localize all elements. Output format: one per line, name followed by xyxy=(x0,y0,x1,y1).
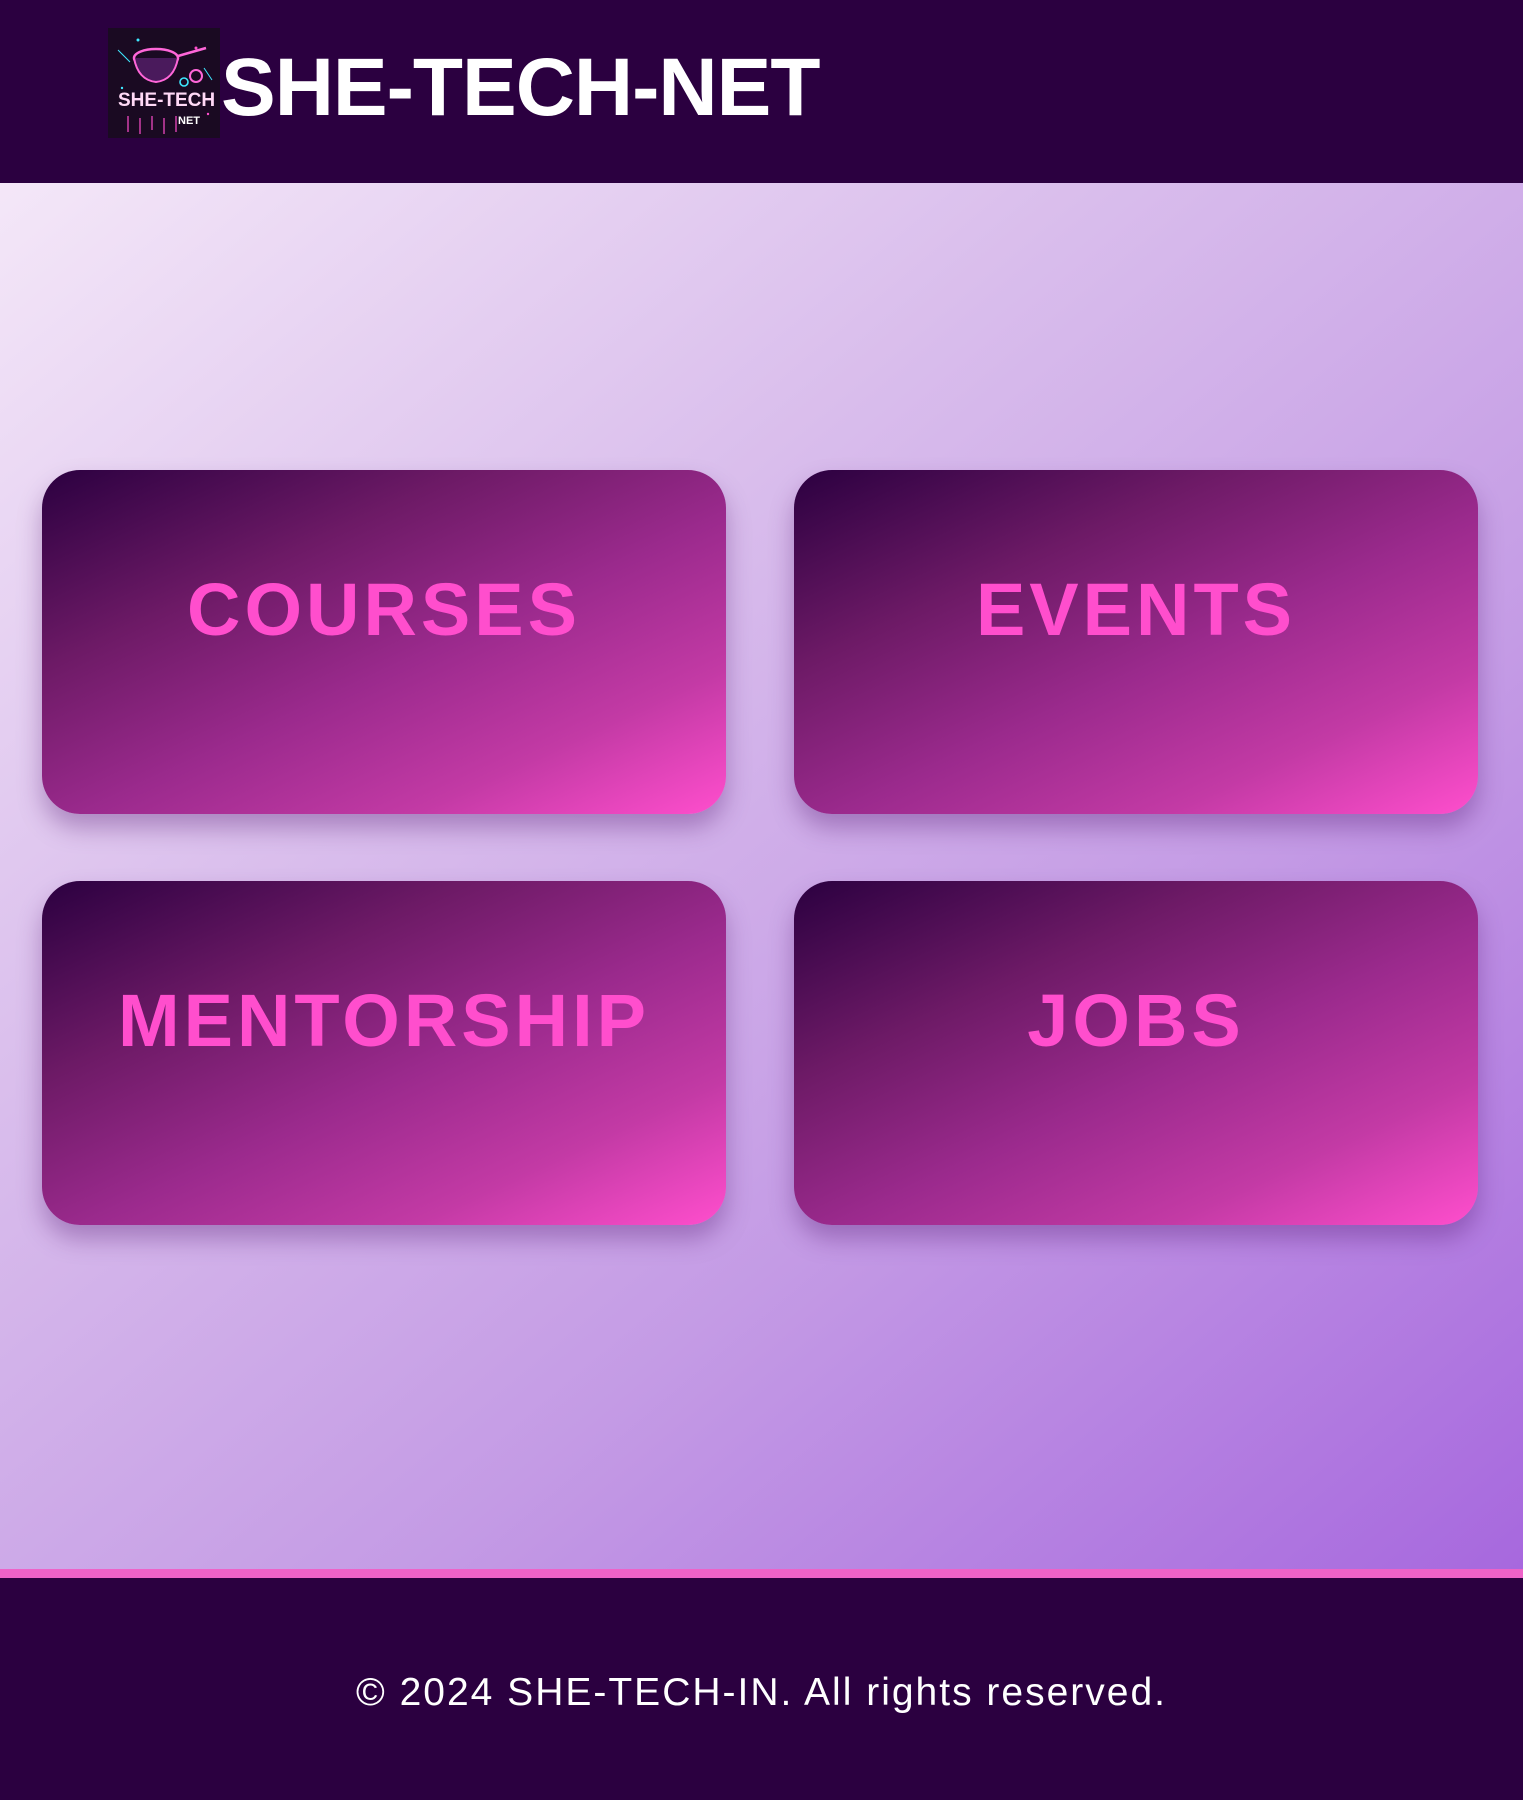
courses-card[interactable]: COURSES xyxy=(42,470,726,814)
logo-image: SHE-TECH NET xyxy=(108,28,220,138)
logo-subtext: NET xyxy=(178,115,200,127)
site-title: SHE-TECH-NET xyxy=(221,42,820,133)
copyright-text: © 2024 SHE-TECH-IN. All rights reserved. xyxy=(356,1671,1167,1714)
main-content: COURSES EVENTS MENTORSHIP JOBS xyxy=(0,183,1523,1569)
footer-divider xyxy=(0,1569,1523,1578)
mentorship-card[interactable]: MENTORSHIP xyxy=(42,881,726,1225)
jobs-card-label: JOBS xyxy=(1027,979,1245,1062)
site-footer: © 2024 SHE-TECH-IN. All rights reserved. xyxy=(0,1578,1523,1800)
logo-text: SHE-TECH xyxy=(118,90,215,111)
logo[interactable]: SHE-TECH NET xyxy=(108,28,220,138)
events-card-label: EVENTS xyxy=(975,568,1297,651)
jobs-card[interactable]: JOBS xyxy=(794,881,1478,1225)
mentorship-card-label: MENTORSHIP xyxy=(117,979,651,1062)
site-header: SHE-TECH NET SHE-TECH-NET xyxy=(0,0,1523,183)
events-card[interactable]: EVENTS xyxy=(794,470,1478,814)
courses-card-label: COURSES xyxy=(187,568,581,651)
